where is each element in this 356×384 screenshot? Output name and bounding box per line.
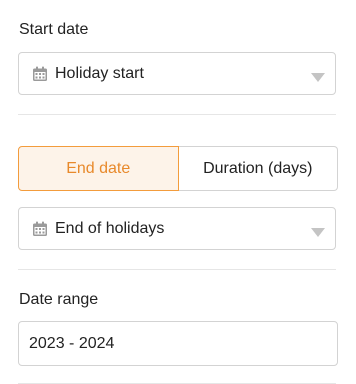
start-date-value: Holiday start	[55, 64, 144, 82]
duration-option[interactable]: Duration (days)	[178, 146, 338, 191]
chevron-down-icon	[311, 225, 325, 237]
end-date-option[interactable]: End date	[18, 146, 179, 191]
date-range-label: Date range	[19, 291, 99, 308]
date-range-input[interactable]: 2023 - 2024	[18, 321, 338, 366]
calendar-icon	[32, 221, 48, 237]
divider	[18, 114, 336, 115]
end-date-select[interactable]: End of holidays	[18, 207, 336, 250]
calendar-icon	[32, 66, 48, 82]
divider	[18, 269, 336, 270]
end-date-value: End of holidays	[55, 219, 165, 237]
start-date-label: Start date	[19, 21, 89, 38]
start-date-select[interactable]: Holiday start	[18, 52, 336, 95]
chevron-down-icon	[311, 70, 325, 82]
end-mode-toggle: End date Duration (days)	[18, 146, 338, 191]
